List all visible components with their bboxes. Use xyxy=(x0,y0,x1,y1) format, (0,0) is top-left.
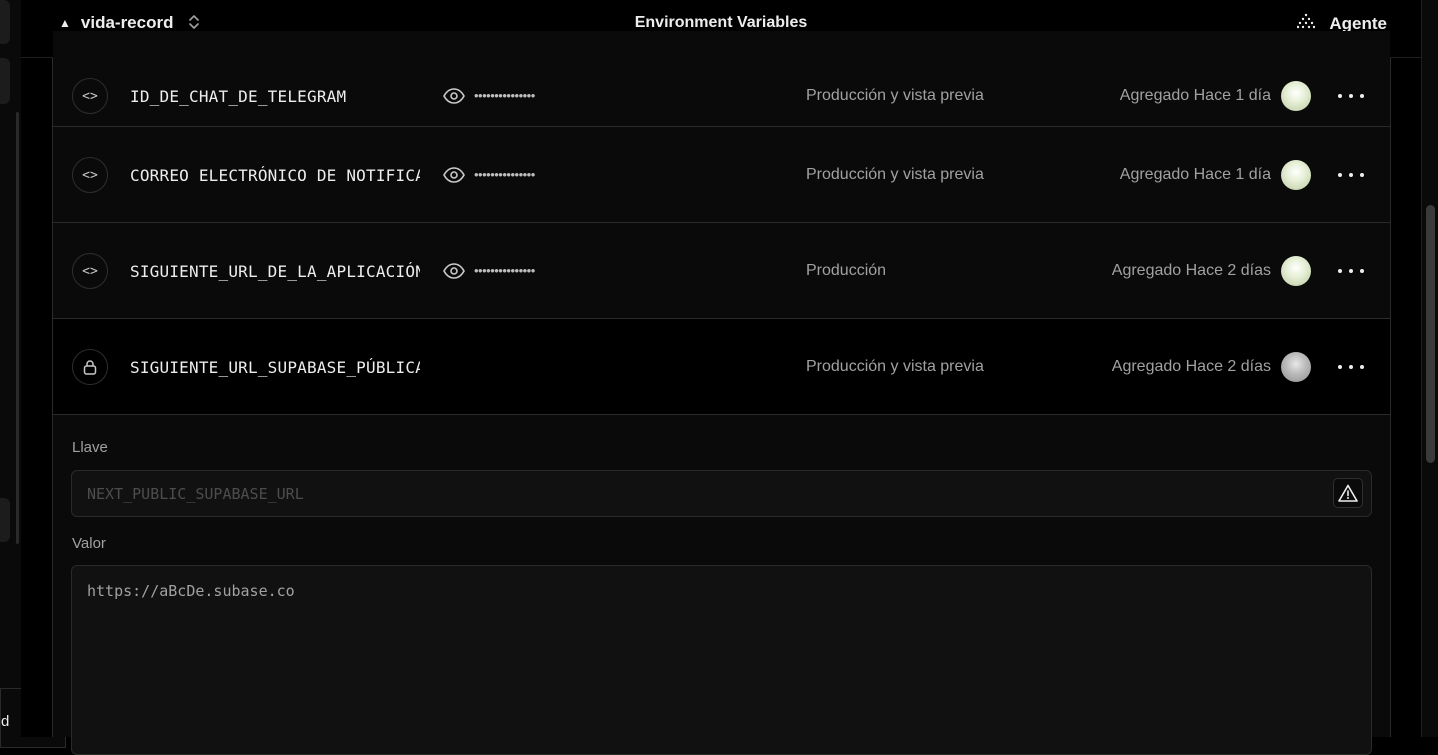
variable-row[interactable]: <> ID_DE_CHAT_DE_TELEGRAM ••••••••••••••… xyxy=(53,31,1390,127)
variable-key: SIGUIENTE_URL_DE_LA_APLICACIÓN xyxy=(130,262,420,281)
variables-panel: <> ID_DE_CHAT_DE_TELEGRAM ••••••••••••••… xyxy=(52,31,1391,755)
avatar xyxy=(1281,352,1311,382)
eye-icon[interactable] xyxy=(443,88,465,104)
more-options-button[interactable] xyxy=(1338,165,1364,185)
eye-icon[interactable] xyxy=(443,167,465,183)
variable-row-selected[interactable]: SIGUIENTE_URL_SUPABASE_PÚBLICA Producció… xyxy=(53,319,1390,415)
added-label: Agregado Hace 1 día xyxy=(1119,166,1271,183)
masked-value: ••••••••••••••• xyxy=(474,167,535,182)
warning-icon[interactable] xyxy=(1333,478,1363,508)
value-label: Valor xyxy=(72,535,106,552)
avatar xyxy=(1281,160,1311,190)
eye-icon[interactable] xyxy=(443,263,465,279)
page-scrollbar[interactable] xyxy=(1421,0,1438,737)
key-input-placeholder: NEXT_PUBLIC_SUPABASE_URL xyxy=(87,485,304,503)
environment-label: Producción y vista previa xyxy=(806,166,984,183)
key-label: Llave xyxy=(72,439,108,456)
variable-key: ID_DE_CHAT_DE_TELEGRAM xyxy=(130,87,347,106)
variable-row[interactable]: <> SIGUIENTE_URL_DE_LA_APLICACIÓN ••••••… xyxy=(53,223,1390,319)
left-rail xyxy=(0,0,22,737)
lock-icon xyxy=(72,349,108,385)
code-icon: <> xyxy=(72,253,108,289)
added-label: Agregado Hace 1 día xyxy=(1119,87,1271,104)
rail-tab[interactable] xyxy=(0,0,10,44)
variable-key: CORREO ELECTRÓNICO DE NOTIFICACIÓN xyxy=(130,166,420,185)
value-textarea[interactable]: https://aBcDe.subase.co xyxy=(71,565,1372,755)
added-label: Agregado Hace 2 días xyxy=(1111,358,1271,375)
main-content: <> ID_DE_CHAT_DE_TELEGRAM ••••••••••••••… xyxy=(21,31,1421,755)
more-options-button[interactable] xyxy=(1338,261,1364,281)
rail-tab[interactable] xyxy=(0,498,10,542)
more-options-button[interactable] xyxy=(1338,86,1364,106)
avatar xyxy=(1281,81,1311,111)
rail-tab[interactable] xyxy=(0,58,10,104)
variable-row[interactable]: <> CORREO ELECTRÓNICO DE NOTIFICACIÓN ••… xyxy=(53,127,1390,223)
masked-value: ••••••••••••••• xyxy=(474,88,535,103)
value-text: https://aBcDe.subase.co xyxy=(87,582,295,600)
rail-bottom-label: d xyxy=(1,713,10,730)
variable-editor: Llave NEXT_PUBLIC_SUPABASE_URL Valor htt… xyxy=(53,415,1390,755)
environment-label: Producción y vista previa xyxy=(806,358,984,375)
code-icon: <> xyxy=(72,78,108,114)
variable-key: SIGUIENTE_URL_SUPABASE_PÚBLICA xyxy=(130,358,420,377)
avatar xyxy=(1281,256,1311,286)
code-icon: <> xyxy=(72,157,108,193)
page-title: Environment Variables xyxy=(634,14,808,31)
environment-label: Producción y vista previa xyxy=(806,87,984,104)
key-input[interactable]: NEXT_PUBLIC_SUPABASE_URL xyxy=(71,470,1372,517)
environment-label: Producción xyxy=(806,262,887,279)
rail-scrollbar[interactable] xyxy=(16,112,19,544)
added-label: Agregado Hace 2 días xyxy=(1111,262,1271,279)
masked-value: ••••••••••••••• xyxy=(474,263,535,278)
scrollbar-thumb[interactable] xyxy=(1426,205,1435,463)
more-options-button[interactable] xyxy=(1338,357,1364,377)
